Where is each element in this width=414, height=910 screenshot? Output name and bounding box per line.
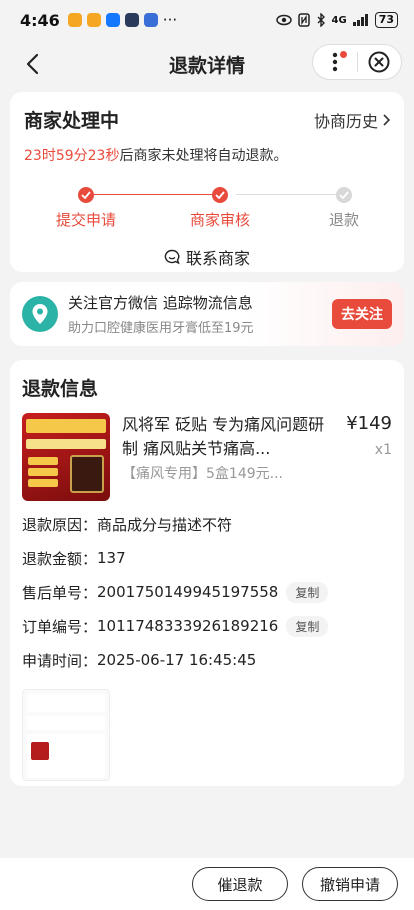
alipay-icon <box>105 13 120 27</box>
step-label: 商家审核 <box>189 211 250 229</box>
check-icon <box>212 187 228 203</box>
bluetooth-icon <box>317 13 325 27</box>
refund-reason-row: 退款原因： 商品成分与描述不符 <box>22 513 392 535</box>
field-value: 1011748333926189216 <box>97 617 279 635</box>
product-image-box <box>70 455 104 493</box>
copy-aftersale-button[interactable]: 复制 <box>286 581 329 603</box>
order-number-row: 订单编号： 1011748333926189216 复制 <box>22 615 392 637</box>
more-button[interactable] <box>313 45 357 79</box>
countdown-suffix: 后商家未处理将自动退款。 <box>119 148 288 164</box>
urge-refund-button[interactable]: 催退款 <box>192 867 288 901</box>
product-name: 风将军 砭贴 专为痛风问题研制 痛风贴关节痛高... <box>122 415 325 458</box>
bottom-action-bar: 催退款 撤销申请 <box>0 858 414 910</box>
countdown-timer: 23时59分23秒 <box>24 148 120 164</box>
nav-bar: 退款详情 <box>0 40 414 88</box>
cancel-application-button[interactable]: 撤销申请 <box>302 867 398 901</box>
step-merchant-review: 商家审核 <box>170 187 270 230</box>
status-title: 商家处理中 <box>24 110 120 132</box>
network-label: 4G <box>331 14 347 26</box>
refund-status-card: 商家处理中 协商历史 23时59分23秒后商家未处理将自动退款。 提交申请 商家… <box>10 92 404 272</box>
more-vertical-icon <box>332 52 337 72</box>
product-price: ¥149 <box>346 413 392 434</box>
follow-wechat-banner: 关注官方微信 追踪物流信息 助力口腔健康医用牙膏低至19元 去关注 <box>10 282 404 346</box>
notification-dot <box>339 51 347 58</box>
field-value: 商品成分与描述不符 <box>97 515 233 534</box>
product-row[interactable]: 风将军 砭贴 专为痛风问题研制 痛风贴关节痛高... 【痛风专用】5盒149元.… <box>22 413 392 501</box>
product-image-slogan <box>26 439 106 449</box>
screenshot-block <box>27 694 105 712</box>
location-pin-icon <box>22 296 58 332</box>
follow-title: 关注官方微信 追踪物流信息 <box>68 294 253 312</box>
eye-icon <box>275 14 292 26</box>
section-title: 退款信息 <box>22 378 99 400</box>
product-quantity: x1 <box>374 442 392 458</box>
evidence-screenshot[interactable] <box>22 689 110 781</box>
contact-merchant-label: 联系商家 <box>185 249 250 268</box>
field-value: 2001750149945197558 <box>97 583 279 601</box>
product-image <box>22 413 110 501</box>
contact-merchant-button[interactable]: 联系商家 <box>24 245 390 269</box>
field-label: 订单编号： <box>22 617 98 636</box>
follow-subtitle: 助力口腔健康医用牙膏低至19元 <box>68 321 254 336</box>
status-bar: 4:46 ··· 4G 73 <box>0 0 414 40</box>
product-image-banner <box>26 419 106 433</box>
weibo-icon <box>86 13 101 27</box>
aftersale-number-row: 售后单号： 2001750149945197558 复制 <box>22 581 392 603</box>
weibo-icon <box>67 13 82 27</box>
close-button[interactable] <box>357 45 401 79</box>
screenshot-product-thumb <box>31 742 49 760</box>
nfc-icon <box>297 13 310 27</box>
battery-indicator: 73 <box>374 12 398 28</box>
refund-info-card: 退款信息 风将军 砭贴 专为痛风问题研制 痛风贴关节痛高... 【痛风专用】5盒… <box>10 360 404 786</box>
field-label: 申请时间： <box>22 651 98 670</box>
chevron-left-icon <box>26 53 39 75</box>
refund-amount-row: 退款金额： 137 <box>22 547 392 569</box>
notification-icons: ··· <box>67 11 178 29</box>
copy-order-button[interactable]: 复制 <box>286 615 329 637</box>
field-value: 2025-06-17 16:45:45 <box>97 651 257 669</box>
app-icon <box>124 13 139 27</box>
product-spec: 【痛风专用】5盒149元... <box>122 466 283 482</box>
chat-bubble-icon <box>164 249 180 265</box>
step-label: 退款 <box>328 211 359 229</box>
signal-icon <box>352 14 368 26</box>
back-button[interactable] <box>16 48 48 80</box>
app-icon <box>143 13 158 27</box>
field-label: 退款金额： <box>22 549 98 568</box>
apply-time-row: 申请时间： 2025-06-17 16:45:45 <box>22 649 392 671</box>
field-value: 137 <box>97 549 126 567</box>
more-notifications-indicator: ··· <box>162 11 178 29</box>
check-icon <box>336 187 352 203</box>
negotiation-history-label: 协商历史 <box>313 111 378 131</box>
check-icon <box>78 187 94 203</box>
step-submitted: 提交申请 <box>36 187 136 230</box>
product-image-tags <box>28 457 58 490</box>
screenshot-block <box>27 716 105 730</box>
progress-steps: 提交申请 商家审核 退款 <box>24 187 390 231</box>
clock: 4:46 <box>20 10 60 30</box>
negotiation-history-link[interactable]: 协商历史 <box>314 108 390 132</box>
step-label: 提交申请 <box>55 211 116 229</box>
step-refund: 退款 <box>294 187 394 230</box>
follow-button[interactable]: 去关注 <box>332 299 392 329</box>
field-label: 售后单号： <box>22 583 98 602</box>
chevron-right-icon <box>383 113 390 126</box>
countdown-notice: 23时59分23秒后商家未处理将自动退款。 <box>24 145 390 165</box>
system-icons: 4G 73 <box>275 12 398 28</box>
close-circle-icon <box>368 51 390 73</box>
miniapp-capsule <box>312 44 402 80</box>
field-label: 退款原因： <box>22 515 98 534</box>
